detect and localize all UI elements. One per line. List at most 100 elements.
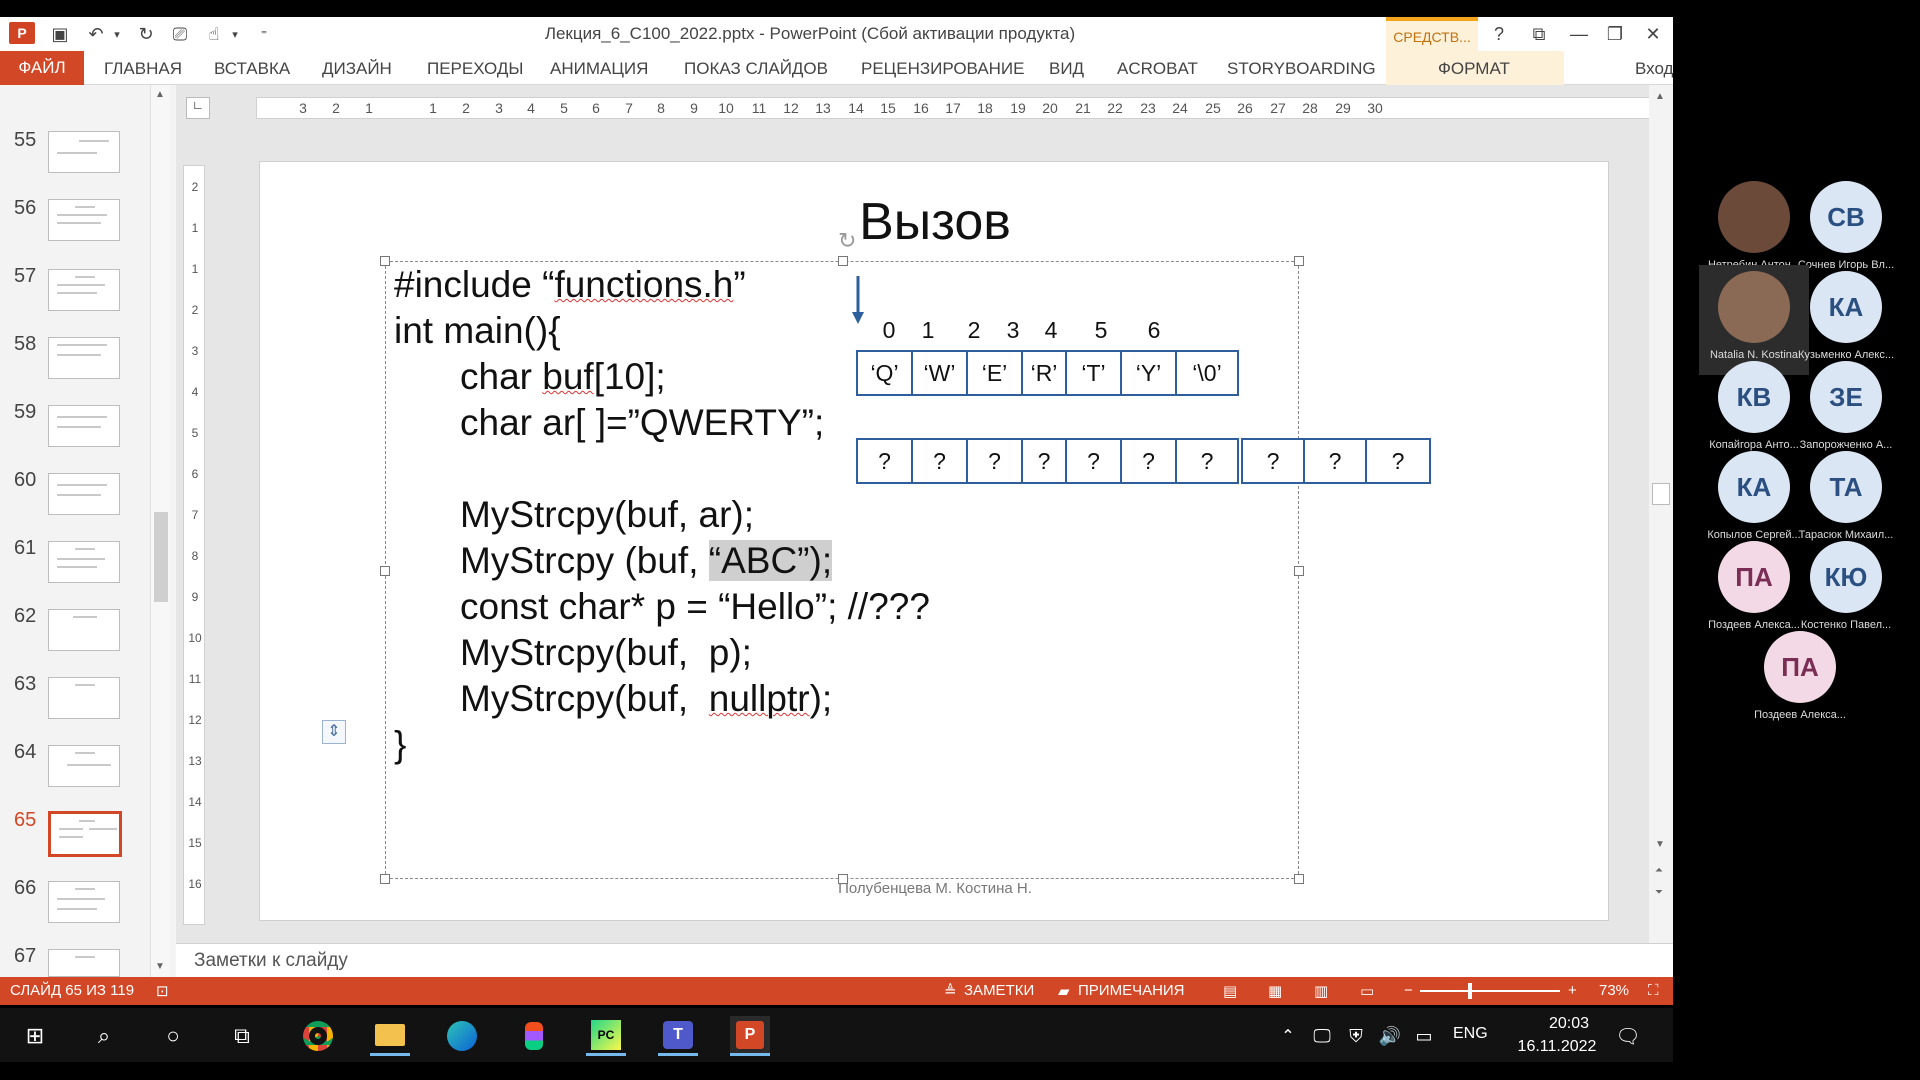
- ruler-tick-label: 1: [429, 100, 437, 116]
- editor-scrollbar[interactable]: ▲ ▼ ⏶ ⏷: [1649, 85, 1673, 943]
- minimize-icon[interactable]: —: [1564, 21, 1594, 47]
- slide-thumbnail-64[interactable]: [48, 745, 120, 787]
- vertical-ruler[interactable]: 2 1 1 2 3 4 5 6 7 8 9 10 11 12 13 14 15 16: [183, 165, 205, 925]
- resize-handle[interactable]: [838, 256, 848, 266]
- zoom-slider[interactable]: [1420, 990, 1560, 992]
- scroll-up-icon[interactable]: ▲: [155, 89, 165, 100]
- tab-storyboarding[interactable]: STORYBOARDING: [1227, 59, 1376, 79]
- normal-view-icon[interactable]: ▤: [1223, 982, 1237, 1000]
- tab-review[interactable]: РЕЦЕНЗИРОВАНИЕ: [861, 59, 1025, 79]
- slide-thumbnail-55[interactable]: [48, 131, 120, 173]
- tab-design[interactable]: ДИЗАЙН: [322, 59, 392, 79]
- tab-format[interactable]: ФОРМАТ: [1438, 59, 1510, 79]
- save-icon[interactable]: ▣: [48, 22, 72, 46]
- resize-handle[interactable]: [380, 256, 390, 266]
- notes-placeholder[interactable]: Заметки к слайду: [194, 950, 348, 972]
- cortana-icon[interactable]: ○: [153, 1016, 193, 1056]
- zoom-level[interactable]: 73%: [1599, 982, 1629, 999]
- slide-thumbnail-58[interactable]: [48, 337, 120, 379]
- slide-thumbnail-62[interactable]: [48, 609, 120, 651]
- notes-toggle-icon[interactable]: ≜: [944, 982, 957, 1000]
- tab-file[interactable]: ФАЙЛ: [0, 51, 84, 85]
- clock-date[interactable]: 16.11.2022: [1504, 1038, 1610, 1056]
- sign-in-link[interactable]: Вход: [1635, 59, 1673, 79]
- slideshow-view-icon[interactable]: ▭: [1360, 982, 1374, 1000]
- notes-pane[interactable]: Заметки к слайду: [176, 943, 1673, 977]
- redo-icon[interactable]: ↻: [134, 22, 158, 46]
- resize-handle[interactable]: [1294, 566, 1304, 576]
- help-button[interactable]: ?: [1484, 21, 1514, 47]
- slide-thumbnail-59[interactable]: [48, 405, 120, 447]
- slide-thumbnail-56[interactable]: [48, 199, 120, 241]
- edge-icon[interactable]: [442, 1016, 482, 1056]
- tab-transitions[interactable]: ПЕРЕХОДЫ: [427, 59, 523, 79]
- scrollbar-thumb[interactable]: [1652, 483, 1670, 505]
- touch-dropdown-icon[interactable]: ▾: [228, 22, 242, 46]
- autofit-options-icon[interactable]: ⇕: [322, 720, 346, 744]
- scrollbar-thumb[interactable]: [154, 512, 168, 602]
- windows-start-icon[interactable]: ⊞: [15, 1016, 55, 1056]
- undo-dropdown-icon[interactable]: ▾: [110, 22, 124, 46]
- zoom-out-button[interactable]: −: [1404, 982, 1413, 999]
- slide-thumbnail-57[interactable]: [48, 269, 120, 311]
- restore-icon[interactable]: ❐: [1600, 21, 1630, 47]
- previous-slide-icon[interactable]: ⏶: [1655, 865, 1663, 876]
- battery-icon[interactable]: ▭: [1404, 1016, 1444, 1056]
- participant-avatar: СВ: [1810, 181, 1882, 253]
- tab-home[interactable]: ГЛАВНАЯ: [104, 59, 182, 79]
- code-line-call1: MyStrcpy(buf, ar);: [460, 494, 754, 535]
- figma-icon[interactable]: [514, 1016, 554, 1056]
- scroll-down-icon[interactable]: ▼: [1655, 839, 1665, 850]
- tab-slideshow[interactable]: ПОКАЗ СЛАЙДОВ: [684, 59, 828, 79]
- slide-sorter-icon[interactable]: ▦: [1268, 982, 1282, 1000]
- search-icon[interactable]: ⌕: [84, 1016, 124, 1056]
- horizontal-ruler[interactable]: 3 2 1 1 2 3 4 5 6 7 8 9 10 11 12 13 14 15 16 17 18 19 20 21 22 23…: [256, 97, 1654, 119]
- spellcheck-icon[interactable]: ⊡: [156, 982, 169, 1000]
- tab-view[interactable]: ВИД: [1049, 59, 1084, 79]
- slide-thumbnail-63[interactable]: [48, 677, 120, 719]
- chrome-icon[interactable]: [298, 1016, 338, 1056]
- slide-canvas[interactable]: Вызов ↻ #include “functions.h” int main(…: [259, 161, 1609, 921]
- slide-thumbnail-61[interactable]: [48, 541, 120, 583]
- reading-view-icon[interactable]: ▥: [1314, 982, 1328, 1000]
- undo-icon[interactable]: ↶: [84, 22, 108, 46]
- start-slideshow-icon[interactable]: ⎚: [166, 22, 194, 46]
- buf-cell: ?: [966, 438, 1023, 484]
- clock-time[interactable]: 20:03: [1524, 1015, 1614, 1033]
- close-icon[interactable]: ✕: [1638, 21, 1668, 47]
- tab-insert[interactable]: ВСТАВКА: [214, 59, 290, 79]
- scroll-down-icon[interactable]: ▼: [155, 961, 165, 972]
- comments-toggle[interactable]: ПРИМЕЧАНИЯ: [1078, 982, 1185, 999]
- input-language[interactable]: ENG: [1453, 1025, 1488, 1043]
- file-explorer-icon[interactable]: [370, 1016, 410, 1056]
- thumbnails-scrollbar[interactable]: ▲ ▼: [150, 85, 170, 977]
- customize-qat-icon[interactable]: ⁼: [256, 22, 272, 46]
- resize-handle[interactable]: [1294, 256, 1304, 266]
- slide-title[interactable]: Вызов: [260, 192, 1610, 252]
- tab-acrobat[interactable]: ACROBAT: [1117, 59, 1198, 79]
- tab-animations[interactable]: АНИМАЦИЯ: [550, 59, 648, 79]
- zoom-in-button[interactable]: +: [1568, 982, 1577, 999]
- touch-mode-icon[interactable]: ☝: [202, 22, 226, 46]
- slide-thumbnail-60[interactable]: [48, 473, 120, 515]
- participant-tile[interactable]: ПА Поздеев Алекса...: [1745, 625, 1855, 735]
- ruler-tick-label: 13: [815, 100, 831, 116]
- ribbon-display-options-icon[interactable]: ⧉: [1524, 21, 1554, 47]
- rotate-handle-icon[interactable]: ↻: [838, 228, 856, 254]
- fit-to-window-icon[interactable]: ⛶: [1648, 982, 1659, 999]
- notifications-icon[interactable]: 🗨: [1608, 1016, 1648, 1056]
- notes-toggle[interactable]: ЗАМЕТКИ: [964, 982, 1034, 999]
- scroll-up-icon[interactable]: ▲: [1655, 91, 1665, 102]
- comments-icon[interactable]: ▰: [1058, 982, 1070, 1000]
- pycharm-icon[interactable]: PC: [586, 1016, 626, 1056]
- resize-handle[interactable]: [380, 566, 390, 576]
- next-slide-icon[interactable]: ⏷: [1655, 887, 1663, 898]
- slide-thumbnail-65[interactable]: [48, 811, 122, 857]
- teams-icon[interactable]: T: [658, 1016, 698, 1056]
- task-view-icon[interactable]: ⧉: [222, 1016, 262, 1056]
- tab-stop-selector[interactable]: ∟: [186, 97, 210, 119]
- slide-thumbnail-67[interactable]: [48, 949, 120, 977]
- slide-thumbnail-66[interactable]: [48, 881, 120, 923]
- zoom-slider-thumb[interactable]: [1468, 983, 1472, 999]
- powerpoint-icon[interactable]: P: [730, 1016, 770, 1056]
